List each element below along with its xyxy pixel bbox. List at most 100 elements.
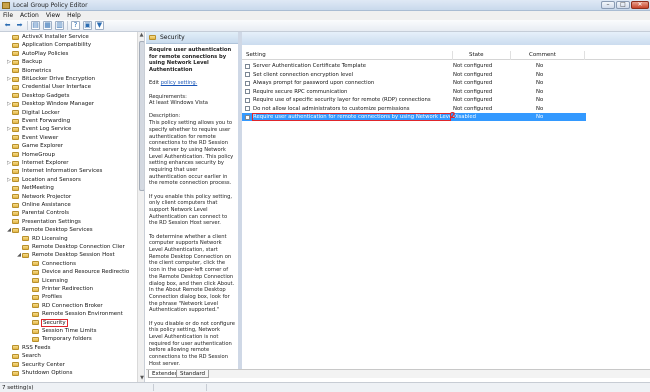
tree-item-label: BitLocker Drive Encryption xyxy=(22,76,96,82)
tree-item[interactable]: RD Connection Broker xyxy=(26,302,103,310)
menu-bar: File Action View Help xyxy=(0,11,650,20)
toolbar: ⬅ ➡ ▤ ▦ ▥ ? ▣ ▼ xyxy=(0,20,650,32)
tree-item[interactable]: Digital Locker xyxy=(6,109,60,117)
tree-item-label: Backup xyxy=(22,59,43,66)
column-divider[interactable] xyxy=(452,51,453,60)
filter-icon[interactable]: ▼ xyxy=(95,21,104,30)
setting-name: Do not allow local administrators to cus… xyxy=(253,105,410,112)
tree-item[interactable]: Shutdown Options xyxy=(6,369,72,377)
tree-item-label: Parental Controls xyxy=(22,210,69,217)
tree-item[interactable]: ◢ Remote Desktop Session Host xyxy=(16,251,115,259)
menu-view[interactable]: View xyxy=(46,12,60,19)
tree-item[interactable]: ▷ Event Log Service xyxy=(6,125,71,133)
menu-action[interactable]: Action xyxy=(20,12,39,19)
table-row[interactable]: Set client connection encryption level No… xyxy=(242,71,586,79)
help-icon[interactable]: ? xyxy=(71,21,80,30)
tree-item[interactable]: Device and Resource Redirectio xyxy=(26,268,129,276)
description-body: Require user authentication for remote c… xyxy=(146,44,238,368)
tree-item[interactable]: ▷ Backup xyxy=(6,58,42,66)
export-list-icon[interactable]: ▥ xyxy=(55,21,64,30)
tree-item[interactable]: Network Projector xyxy=(6,193,71,201)
column-header-setting[interactable]: Setting xyxy=(246,52,266,58)
tree-item[interactable]: ActiveX Installer Service xyxy=(6,33,89,41)
policy-title: Require user authentication for remote c… xyxy=(149,47,232,74)
tree-item-label: RD Connection Broker xyxy=(42,302,103,309)
tree-item[interactable]: ▷ Desktop Window Manager xyxy=(6,100,94,108)
properties-icon[interactable]: ▣ xyxy=(83,21,92,30)
table-row[interactable]: Do not allow local administrators to cus… xyxy=(242,105,586,113)
tree-item[interactable]: Licensing xyxy=(26,277,68,285)
folder-icon xyxy=(32,320,39,326)
tree-item[interactable]: Search xyxy=(6,352,41,360)
tree-item[interactable]: Parental Controls xyxy=(6,209,69,217)
table-row[interactable]: Always prompt for password upon connecti… xyxy=(242,79,586,87)
tree-item[interactable]: RSS Feeds xyxy=(6,344,51,352)
table-row[interactable]: Require secure RPC communication Not conf… xyxy=(242,88,586,96)
edit-policy-link[interactable]: policy setting. xyxy=(161,80,198,86)
tree-item[interactable]: ▷ Internet Explorer xyxy=(6,159,68,167)
table-row[interactable]: Require use of specific security layer f… xyxy=(242,96,586,104)
tree-item[interactable]: Event Viewer xyxy=(6,134,58,142)
tree-item[interactable]: Connections xyxy=(26,260,76,268)
tree-item[interactable]: ◢ Remote Desktop Services xyxy=(6,226,93,234)
tree-item[interactable]: Desktop Gadgets xyxy=(6,92,69,100)
tree-item[interactable]: Internet Information Services xyxy=(6,167,102,175)
minimize-button[interactable]: – xyxy=(601,1,615,9)
tree-item-label: Device and Resource Redirectio xyxy=(42,269,130,276)
menu-help[interactable]: Help xyxy=(67,12,81,19)
back-arrow-icon[interactable]: ⬅ xyxy=(3,21,12,30)
scroll-down-arrow-icon[interactable]: ▼ xyxy=(138,375,144,382)
tree-item[interactable]: Profiles xyxy=(26,293,62,301)
tree-item[interactable]: Credential User Interface xyxy=(6,83,91,91)
tree-item[interactable]: NetMeeting xyxy=(6,184,54,192)
tree-item[interactable]: ▷ BitLocker Drive Encryption xyxy=(6,75,95,83)
tree-item[interactable]: Online Assistance xyxy=(6,201,71,209)
forward-arrow-icon[interactable]: ➡ xyxy=(15,21,24,30)
tree-item[interactable]: RD Licensing xyxy=(16,235,68,243)
folder-icon xyxy=(12,210,19,216)
scroll-thumb[interactable] xyxy=(139,41,144,191)
menu-file[interactable]: File xyxy=(3,12,13,19)
tree-item[interactable]: Biometrics xyxy=(6,67,51,75)
title-bar: Local Group Policy Editor – □ ✕ xyxy=(0,0,650,11)
column-header-state[interactable]: State xyxy=(469,52,484,58)
up-folder-icon[interactable]: ▤ xyxy=(31,21,40,30)
folder-icon xyxy=(12,362,19,368)
column-divider[interactable] xyxy=(510,51,511,60)
tree-item[interactable]: HomeGroup xyxy=(6,151,55,159)
folder-icon xyxy=(32,278,39,284)
setting-name: Require user authentication for remote c… xyxy=(252,113,451,121)
scroll-up-arrow-icon[interactable]: ▲ xyxy=(138,32,144,39)
tree-item[interactable]: Remote Session Environment xyxy=(26,310,123,318)
tree-item[interactable]: Remote Desktop Connection Clier xyxy=(16,243,125,251)
table-row[interactable]: Server Authentication Certificate Templa… xyxy=(242,62,586,70)
tree-item[interactable]: Application Compatibility xyxy=(6,41,91,49)
tree-item-label: Event Forwarding xyxy=(22,118,71,124)
close-button[interactable]: ✕ xyxy=(631,1,649,9)
tree-item-label: Connections xyxy=(42,260,76,267)
tree-item[interactable]: Security Center xyxy=(6,361,65,369)
folder-icon xyxy=(32,294,39,300)
tab-standard[interactable]: Standard xyxy=(176,370,210,378)
tree-item[interactable]: Printer Redirection xyxy=(26,285,93,293)
column-header-comment[interactable]: Comment xyxy=(529,52,556,58)
folder-icon xyxy=(12,219,19,225)
tree-item[interactable]: Event Forwarding xyxy=(6,117,70,125)
tree-scrollbar[interactable]: ▲ ▼ xyxy=(137,32,144,382)
show-hide-tree-icon[interactable]: ▦ xyxy=(43,21,52,30)
tree-item[interactable]: Presentation Settings xyxy=(6,218,81,226)
tree-item-label: Location and Sensors xyxy=(22,176,81,183)
tree-item-label: Printer Redirection xyxy=(42,286,94,292)
tree-item[interactable]: Game Explorer xyxy=(6,142,63,150)
tree-item-label: Shutdown Options xyxy=(22,370,73,376)
tree-item-label: RSS Feeds xyxy=(22,344,51,351)
tree-item[interactable]: ▷ Location and Sensors xyxy=(6,176,81,184)
table-row[interactable]: Require user authentication for remote c… xyxy=(242,113,586,121)
tree-item[interactable]: Security xyxy=(26,318,68,327)
tree-item[interactable]: AutoPlay Policies xyxy=(6,50,68,58)
tree-item[interactable]: Temporary folders xyxy=(26,335,92,343)
tree-item[interactable]: Session Time Limits xyxy=(26,327,96,335)
column-divider[interactable] xyxy=(584,51,585,60)
setting-name: Require secure RPC communication xyxy=(253,88,348,95)
maximize-button[interactable]: □ xyxy=(616,1,630,9)
